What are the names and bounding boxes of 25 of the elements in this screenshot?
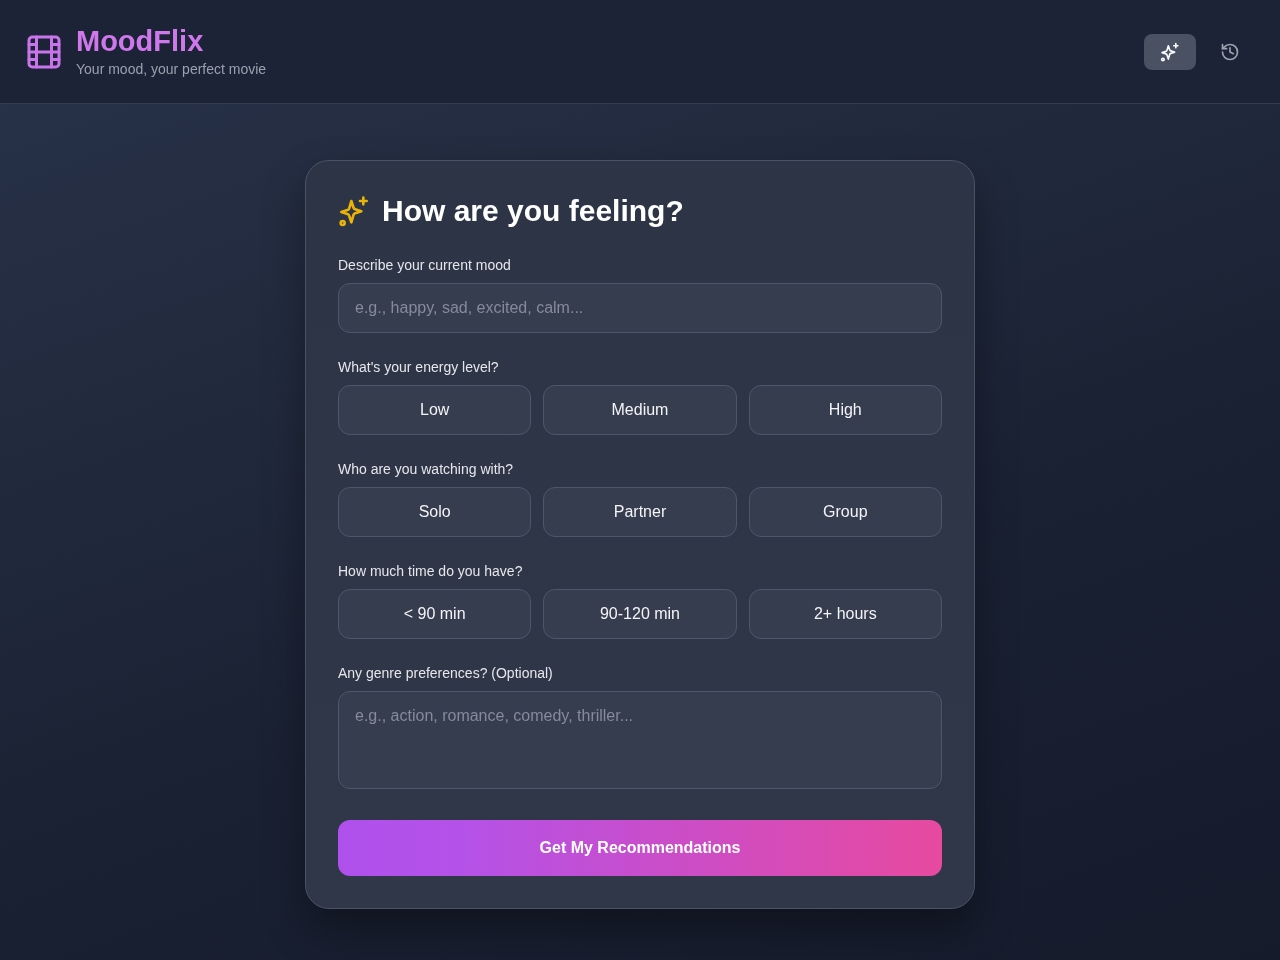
field-label: Describe your current mood — [338, 256, 512, 275]
mood-input-field[interactable]: e.g., happy, sad, excited, calm... — [338, 283, 942, 333]
field-label: Who are you watching with? — [338, 460, 515, 479]
field-label: How much time do you have? — [338, 562, 524, 581]
option-button[interactable]: 90-120 min — [543, 589, 737, 639]
form-title: How are you feeling? — [382, 193, 684, 229]
discover-nav-button[interactable] — [1144, 33, 1196, 70]
app-title: MoodFlix — [76, 24, 205, 58]
sparkle-icon — [1160, 41, 1180, 62]
film-logo-icon — [26, 33, 62, 70]
recommendations-button[interactable]: Get My Recommendations — [338, 820, 942, 876]
genre-input-field[interactable]: e.g., action, romance, comedy, thriller... — [338, 691, 942, 789]
option-button[interactable]: Partner — [543, 487, 737, 537]
option-button[interactable]: < 90 min — [338, 589, 532, 639]
history-icon — [1220, 41, 1240, 62]
option-button[interactable]: Solo — [338, 487, 532, 537]
sparkle-icon — [338, 195, 370, 227]
option-button[interactable]: Medium — [543, 385, 737, 435]
field-label: Any genre preferences? (Optional) — [338, 664, 554, 683]
option-button[interactable]: Low — [338, 385, 532, 435]
option-button[interactable]: High — [748, 385, 942, 435]
option-button[interactable]: 2+ hours — [748, 589, 942, 639]
field-label: What's your energy level? — [338, 358, 500, 377]
app-subtitle: Your mood, your perfect movie — [76, 60, 267, 79]
option-button[interactable]: Group — [748, 487, 942, 537]
